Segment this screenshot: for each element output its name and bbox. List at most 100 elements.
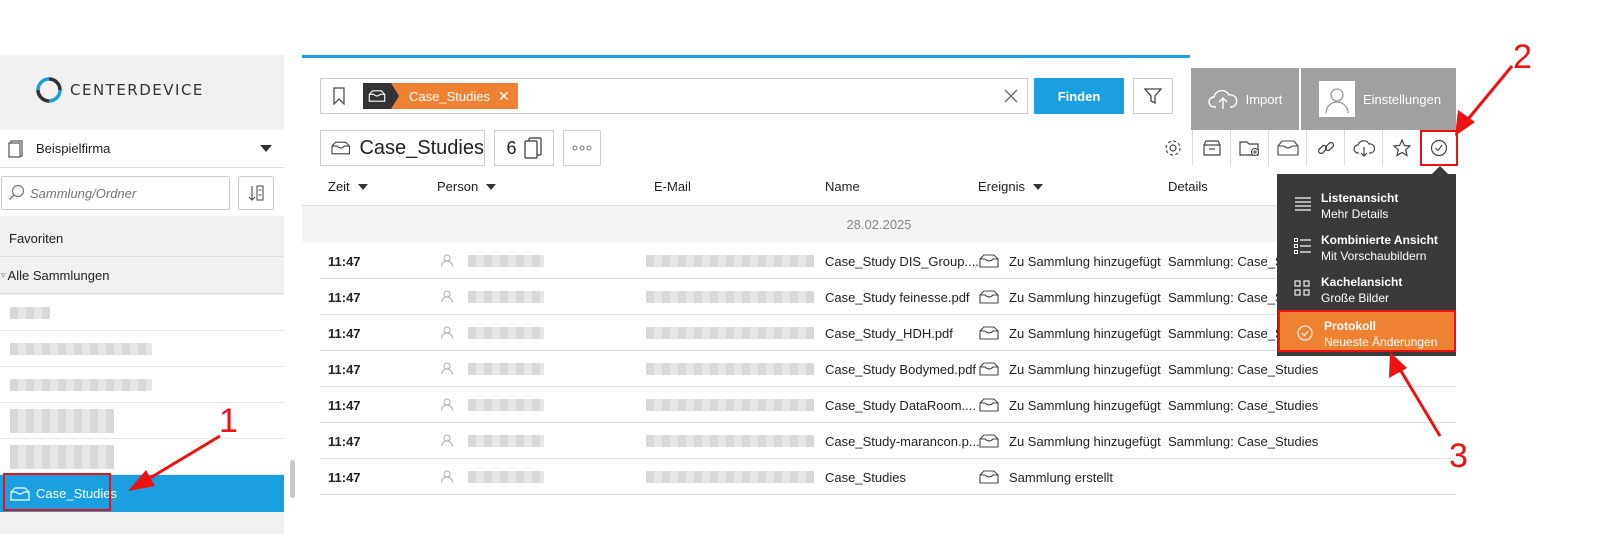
menu-item-title: Protokoll bbox=[1324, 319, 1377, 333]
collection-search-input[interactable] bbox=[30, 185, 220, 201]
chip-remove-icon[interactable]: ✕ bbox=[498, 88, 510, 105]
collection-qr-button[interactable] bbox=[1268, 130, 1306, 166]
bookmark-icon[interactable] bbox=[333, 87, 345, 105]
sidebar-collection-item[interactable] bbox=[0, 439, 284, 475]
menu-item-subtitle: Mehr Details bbox=[1321, 207, 1389, 221]
redacted-email bbox=[646, 435, 814, 447]
top-accent-line bbox=[302, 55, 1190, 58]
menu-item-title: Kachelansicht bbox=[1321, 275, 1403, 289]
logo[interactable]: CENTERDEVICE bbox=[36, 77, 204, 103]
all-collections-label: Alle Sammlungen bbox=[7, 268, 110, 283]
annotation-arrow-2 bbox=[1462, 65, 1514, 125]
find-button[interactable]: Finden bbox=[1034, 78, 1124, 114]
collapse-triangle-icon[interactable]: ▿ bbox=[1, 270, 6, 281]
menu-item-subtitle: Mit Vorschaubildern bbox=[1321, 249, 1427, 263]
favorite-button[interactable] bbox=[1382, 130, 1420, 166]
sidebar-collection-item[interactable] bbox=[0, 367, 284, 403]
row-details: Sammlung: Case_Studies bbox=[1168, 434, 1319, 449]
row-name[interactable]: Case_Study_HDH.pdf bbox=[825, 326, 953, 341]
settings-button[interactable]: Einstellungen bbox=[1301, 68, 1456, 130]
cloud-download-icon bbox=[1352, 140, 1375, 157]
menu-item-list-view[interactable]: Listenansicht Mehr Details bbox=[1277, 182, 1456, 224]
row-time: 11:47 bbox=[328, 398, 361, 413]
sidebar-collection-item[interactable] bbox=[0, 331, 284, 367]
chip-label-area: Case_Studies ✕ bbox=[391, 83, 518, 109]
sidebar-item-favorites[interactable]: Favoriten bbox=[0, 221, 284, 257]
menu-item-subtitle: Große Bilder bbox=[1321, 291, 1390, 305]
column-person-label: Person bbox=[437, 179, 479, 194]
filter-icon bbox=[1143, 88, 1163, 105]
sort-button[interactable] bbox=[238, 176, 274, 210]
collection-search bbox=[0, 168, 284, 216]
row-name[interactable]: Case_Study-marancon.p... bbox=[825, 434, 980, 449]
sidebar-item-all-collections[interactable]: ▿ Alle Sammlungen bbox=[0, 258, 284, 294]
grid-icon bbox=[1294, 280, 1310, 296]
redacted-text bbox=[10, 343, 152, 355]
redacted-person bbox=[468, 363, 544, 375]
annotation-number-3: 3 bbox=[1449, 437, 1468, 475]
table-row[interactable]: 11:47 Case_Study DataRoom.... Zu Sammlun… bbox=[320, 387, 1456, 423]
history-view-button[interactable] bbox=[1420, 130, 1458, 166]
share-link-button[interactable] bbox=[1306, 130, 1344, 166]
row-event: Zu Sammlung hinzugefügt bbox=[1009, 326, 1161, 341]
document-count[interactable]: 6 bbox=[494, 130, 554, 166]
main-search-bar[interactable]: Case_Studies ✕ bbox=[320, 78, 1028, 114]
sidebar-collection-item[interactable] bbox=[0, 295, 284, 331]
redacted-person bbox=[468, 327, 544, 339]
document-count-value: 6 bbox=[506, 137, 517, 158]
row-name[interactable]: Case_Study Bodymed.pdf bbox=[825, 362, 976, 377]
date-group-label: 28.02.2025 bbox=[846, 216, 912, 232]
row-time: 11:47 bbox=[328, 254, 361, 269]
sidebar-collection-item[interactable] bbox=[0, 403, 284, 439]
gear-icon bbox=[1165, 140, 1181, 156]
column-details[interactable]: Details bbox=[1168, 179, 1208, 194]
more-options-button[interactable] bbox=[563, 130, 601, 166]
collection-search-box[interactable] bbox=[1, 176, 230, 210]
table-row[interactable]: 11:47 Case_Studies Sammlung erstellt bbox=[320, 459, 1456, 495]
table-row[interactable]: 11:47 Case_Study-marancon.p... Zu Sammlu… bbox=[320, 423, 1456, 459]
row-name[interactable]: Case_Study feinesse.pdf bbox=[825, 290, 970, 305]
column-email-label: E-Mail bbox=[654, 179, 691, 194]
menu-item-combined-view[interactable]: Kombinierte Ansicht Mit Vorschaubildern bbox=[1277, 224, 1456, 266]
document-icon bbox=[8, 139, 23, 158]
column-time[interactable]: Zeit bbox=[328, 179, 368, 194]
redacted-text bbox=[10, 307, 50, 319]
search-icon bbox=[9, 184, 25, 200]
download-button[interactable] bbox=[1344, 130, 1382, 166]
collection-icon bbox=[979, 326, 999, 340]
row-event: Zu Sammlung hinzugefügt bbox=[1009, 362, 1161, 377]
chevron-down-icon[interactable] bbox=[260, 145, 272, 152]
search-chip[interactable]: Case_Studies ✕ bbox=[363, 83, 518, 109]
avatar bbox=[1319, 81, 1355, 117]
column-event[interactable]: Ereignis bbox=[978, 179, 1043, 194]
collection-icon bbox=[979, 470, 999, 484]
archive-button[interactable] bbox=[1192, 130, 1230, 166]
redacted-person bbox=[468, 435, 544, 447]
column-details-label: Details bbox=[1168, 179, 1208, 194]
row-name[interactable]: Case_Study DIS_Group.... bbox=[825, 254, 979, 269]
collection-toolbar bbox=[1154, 130, 1458, 166]
menu-item-tile-view[interactable]: Kachelansicht Große Bilder bbox=[1277, 266, 1456, 308]
import-button[interactable]: Import bbox=[1191, 68, 1299, 130]
sort-icon bbox=[248, 185, 264, 201]
settings-gear-button[interactable] bbox=[1154, 130, 1192, 166]
filter-button[interactable] bbox=[1133, 78, 1173, 114]
sort-caret-icon bbox=[1032, 183, 1043, 190]
column-name-label: Name bbox=[825, 179, 860, 194]
collection-title-box: Case_Studies bbox=[320, 130, 485, 166]
row-name[interactable]: Case_Study DataRoom.... bbox=[825, 398, 976, 413]
row-details: Sammlung: Case_Studies bbox=[1168, 362, 1319, 377]
row-name[interactable]: Case_Studies bbox=[825, 470, 906, 485]
column-email[interactable]: E-Mail bbox=[654, 179, 691, 194]
clear-search-icon[interactable] bbox=[1001, 86, 1021, 106]
company-selector[interactable]: Beispielfirma bbox=[0, 130, 284, 168]
add-folder-button[interactable] bbox=[1230, 130, 1268, 166]
sort-caret-icon bbox=[357, 183, 368, 190]
menu-item-history-view[interactable]: Protokoll Neueste Änderungen bbox=[1278, 310, 1456, 352]
table-row[interactable]: 11:47 Case_Study Bodymed.pdf Zu Sammlung… bbox=[320, 351, 1456, 387]
row-event: Zu Sammlung hinzugefügt bbox=[1009, 434, 1161, 449]
sidebar-scrollbar[interactable] bbox=[290, 460, 295, 498]
column-name[interactable]: Name bbox=[825, 179, 860, 194]
user-icon bbox=[441, 362, 453, 375]
column-person[interactable]: Person bbox=[437, 179, 497, 194]
